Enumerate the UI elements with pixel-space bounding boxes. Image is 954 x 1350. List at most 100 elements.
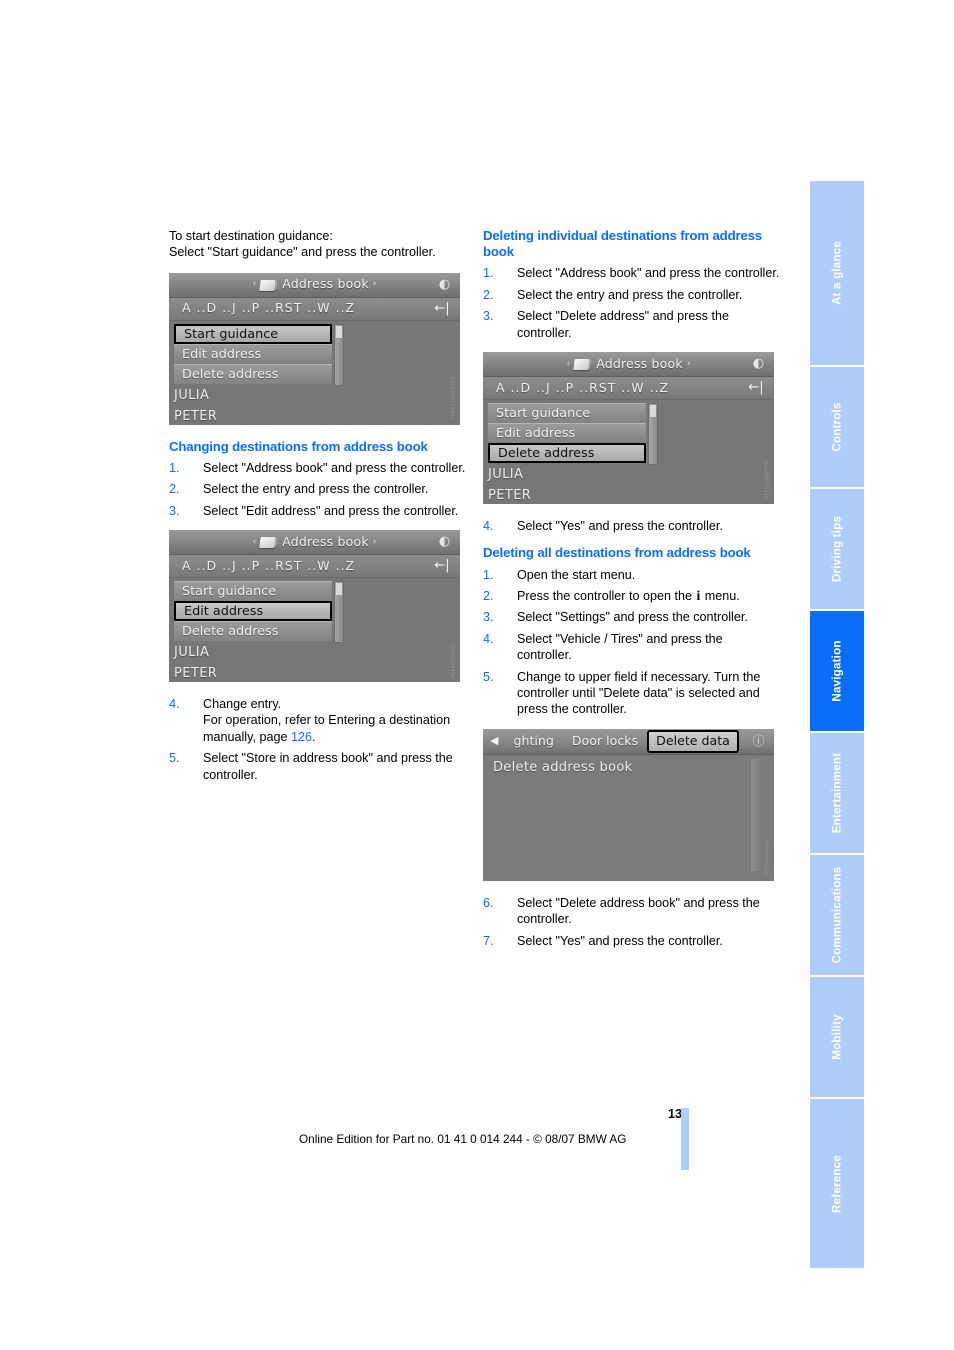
step-text: Select "Delete address book" and press t… <box>517 895 760 927</box>
step-number: 4. <box>483 519 494 534</box>
step-number: 2. <box>483 589 494 604</box>
step-text: Select "Yes" and press the controller. <box>517 933 723 948</box>
chapter-tab-controls[interactable]: Controls <box>810 367 864 489</box>
menu-scrollbar <box>334 323 344 386</box>
entry-julia: JULIA <box>488 467 524 483</box>
chapter-tab-label: At a glance <box>830 240 844 306</box>
screen-titlebar: ‹ Address book › ◐ <box>169 530 460 556</box>
screen-body: Start guidance Edit address Delete addre… <box>169 578 460 683</box>
context-menu: Start guidance Edit address Delete addre… <box>174 323 344 386</box>
manual-page: To start destination guidance: Select "S… <box>0 0 954 1350</box>
image-watermark: DELADDR0123 <box>763 461 768 501</box>
chapter-tab-driving-tips[interactable]: Driving tips <box>810 489 864 611</box>
chapter-tab-label: Mobility <box>830 1014 844 1060</box>
back-icon: ←| <box>748 380 764 396</box>
letter-index-bar: A ..D ..J ..P ..RST ..W ..Z ←| <box>169 555 460 579</box>
steps-deleting-individual-cont: 4. Select "Yes" and press the controller… <box>483 518 780 534</box>
step-number: 5. <box>169 751 180 766</box>
step-text: Select "Store in address book" and press… <box>203 751 453 782</box>
entry-peter: PETER <box>174 666 218 682</box>
back-icon: ←| <box>434 558 450 574</box>
chapter-tab-communications[interactable]: Communications <box>810 855 864 977</box>
chapter-tab-label: Reference <box>830 1154 844 1213</box>
entry-julia: JULIA <box>174 387 210 403</box>
intro-paragraph: To start destination guidance: Select "S… <box>169 229 436 260</box>
list-item: 2. Press the controller to open the i me… <box>483 588 780 604</box>
address-book-icon <box>259 537 278 549</box>
menu-item-delete-address: Delete address <box>488 443 646 464</box>
address-entry-list: JULIA PETER <box>174 385 374 425</box>
footer-accent-bar <box>681 1108 689 1170</box>
letter-index: A ..D ..J ..P ..RST ..W ..Z <box>496 379 670 395</box>
chapter-tab-strip: At a glance Controls Driving tips Naviga… <box>810 181 864 1268</box>
step-text: Select the entry and press the controlle… <box>203 482 429 497</box>
list-item: 6. Select "Delete address book" and pres… <box>483 895 780 928</box>
menu-item-edit-address: Edit address <box>174 601 332 622</box>
list-item: 3. Select "Edit address" and press the c… <box>169 503 466 519</box>
refresh-icon: ◐ <box>752 356 765 372</box>
refresh-icon: ◐ <box>438 534 451 550</box>
list-item: 4. Change entry. For operation, refer to… <box>169 696 466 745</box>
step-number: 4. <box>483 631 494 646</box>
chapter-tab-reference[interactable]: Reference <box>810 1099 864 1268</box>
tab-door-locks: Door locks <box>571 733 639 749</box>
address-book-icon <box>573 359 592 371</box>
step-text: Select "Yes" and press the controller. <box>517 519 723 534</box>
screen-body: Start guidance Edit address Delete addre… <box>483 400 774 505</box>
menu-item-delete-address: Delete address <box>174 363 332 384</box>
list-item: 3. Select "Settings" and press the contr… <box>483 609 780 625</box>
prev-arrow-icon: ‹ <box>566 358 571 369</box>
refresh-icon: ◐ <box>438 276 451 292</box>
step-number: 3. <box>169 503 180 518</box>
step-text-secondary: For operation, refer to Entering a desti… <box>203 713 451 744</box>
step-number: 5. <box>483 669 494 684</box>
chapter-tab-mobility[interactable]: Mobility <box>810 977 864 1099</box>
address-entry-list: JULIA PETER <box>174 642 374 682</box>
chapter-tab-label: Controls <box>830 402 844 452</box>
step-text: Open the start menu. <box>517 567 636 582</box>
tab-delete-data: Delete data <box>647 730 739 753</box>
chapter-tab-navigation[interactable]: Navigation <box>810 611 864 733</box>
edition-line: Online Edition for Part no. 01 41 0 014 … <box>299 1132 627 1146</box>
step-number: 1. <box>169 460 180 475</box>
chapter-tab-label: Driving tips <box>830 515 844 583</box>
address-entry-list: JULIA PETER <box>488 464 688 504</box>
image-watermark: EDIT0123456 <box>449 642 454 679</box>
list-item: 1. Select "Address book" and press the c… <box>483 265 780 281</box>
settings-panel: Delete address book <box>483 754 774 881</box>
list-item: 1. Open the start menu. <box>483 567 780 583</box>
chapter-tab-entertainment[interactable]: Entertainment <box>810 733 864 855</box>
menu-scrollbar-thumb <box>336 583 342 596</box>
step-text: Select the entry and press the controlle… <box>517 287 743 302</box>
heading-deleting-all: Deleting all destinations from address b… <box>483 545 751 561</box>
step-text: Select "Address book" and press the cont… <box>517 266 780 281</box>
step-number: 3. <box>483 309 494 324</box>
right-text-column: Deleting individual destinations from ad… <box>483 228 780 960</box>
list-item: 1. Select "Address book" and press the c… <box>169 460 466 476</box>
step-text: Select "Settings" and press the controll… <box>517 610 748 625</box>
menu-scrollbar-thumb <box>336 325 342 338</box>
entry-julia: JULIA <box>174 645 210 661</box>
chapter-tab-at-a-glance[interactable]: At a glance <box>810 181 864 367</box>
prev-arrow-icon: ‹ <box>252 536 257 547</box>
screen-body: Start guidance Edit address Delete addre… <box>169 320 460 425</box>
list-item: 4. Select "Yes" and press the controller… <box>483 518 780 534</box>
menu-item-delete-address: Delete address <box>174 621 332 642</box>
idrive-screenshot-delete-address: ‹ Address book › ◐ A ..D ..J ..P ..RST .… <box>483 352 774 505</box>
list-item: 5. Change to upper field if necessary. T… <box>483 669 780 718</box>
page-reference-link[interactable]: 126 <box>291 730 312 744</box>
heading-changing-destinations: Changing destinations from address book <box>169 438 428 454</box>
menu-item-start-guidance: Start guidance <box>488 403 646 424</box>
step-text: Select "Vehicle / Tires" and press the c… <box>517 631 723 663</box>
step-text: Press the controller to open the <box>517 589 696 604</box>
address-book-icon <box>259 279 278 291</box>
step-number: 3. <box>483 610 494 625</box>
list-item: 2. Select the entry and press the contro… <box>483 287 780 303</box>
steps-deleting-individual: 1. Select "Address book" and press the c… <box>483 265 780 341</box>
letter-index-bar: A ..D ..J ..P ..RST ..W ..Z ←| <box>169 297 460 321</box>
list-item: 3. Select "Delete address" and press the… <box>483 308 780 341</box>
step-text-period: . <box>312 729 316 744</box>
tab-prev-arrow-icon: ◀ <box>490 734 499 748</box>
settings-tabbar: ◀ ghting Door locks Delete data ⓘ <box>483 728 774 755</box>
idrive-screenshot-delete-data: ◀ ghting Door locks Delete data ⓘ Delete… <box>483 728 774 881</box>
